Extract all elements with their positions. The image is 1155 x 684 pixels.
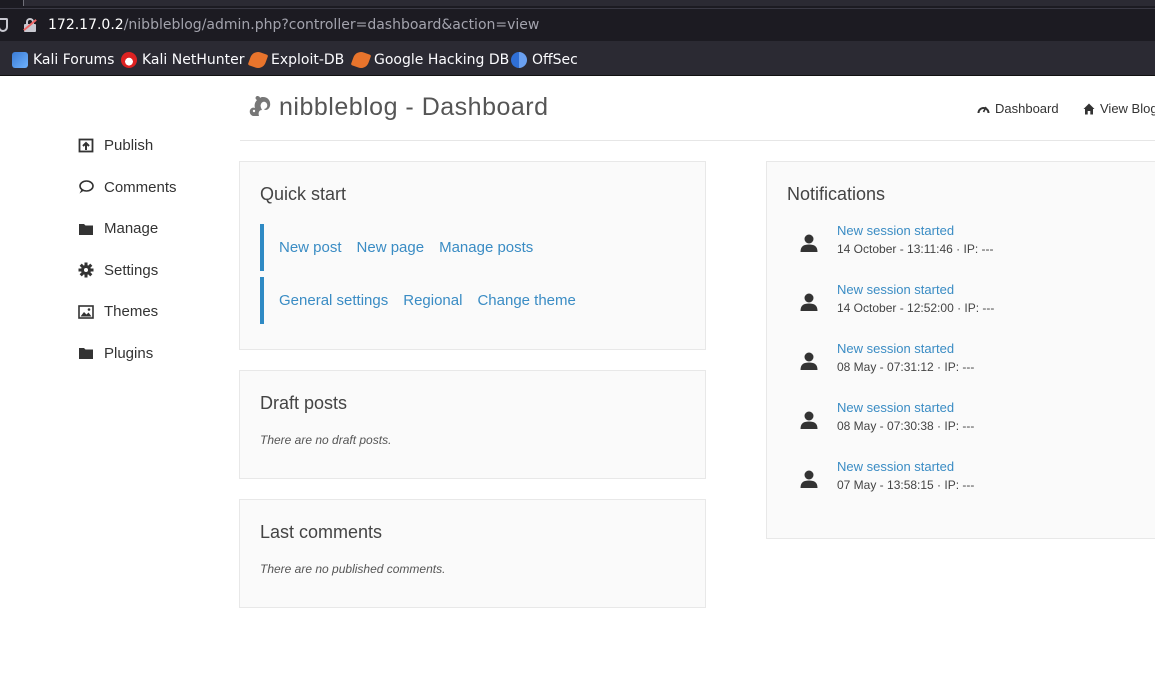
sidebar-item-plugins[interactable]: Plugins bbox=[78, 333, 228, 375]
user-icon bbox=[800, 234, 818, 252]
last-comments-panel: Last comments There are no published com… bbox=[239, 499, 706, 608]
sidebar-item-label: Settings bbox=[104, 261, 159, 279]
notifications-panel: Notifications New session started 14 Oct… bbox=[766, 161, 1155, 539]
last-comments-title: Last comments bbox=[260, 522, 383, 542]
bookmark-label: Kali Forums bbox=[33, 52, 115, 68]
sidebar-item-label: Publish bbox=[104, 137, 154, 155]
notification-item: New session started 14 October - 13:11:4… bbox=[787, 223, 1107, 263]
new-page-link[interactable]: New page bbox=[357, 239, 425, 256]
browser-url-bar: 172.17.0.2/nibbleblog/admin.php?controll… bbox=[0, 0, 1155, 41]
manage-posts-link[interactable]: Manage posts bbox=[439, 239, 533, 256]
notification-detail: 07 May - 13:58:15 · IP: --- bbox=[837, 478, 975, 492]
notification-item: New session started 14 October - 12:52:0… bbox=[787, 282, 1107, 322]
bookmark-label: Kali NetHunter bbox=[142, 52, 245, 68]
quick-start-title: Quick start bbox=[260, 184, 347, 204]
user-icon bbox=[800, 411, 818, 429]
bookmark-kali-forums[interactable]: Kali Forums bbox=[12, 51, 114, 69]
exploit-db-icon bbox=[247, 49, 269, 71]
address-field[interactable]: 172.17.0.2/nibbleblog/admin.php?controll… bbox=[0, 8, 1155, 40]
bookmark-exploit-db[interactable]: Exploit-DB bbox=[247, 49, 345, 71]
folder-icon bbox=[79, 348, 93, 360]
user-icon bbox=[800, 352, 818, 370]
admin-sidebar: Publish Comments Manage Settings Themes … bbox=[78, 125, 228, 374]
sidebar-item-label: Comments bbox=[104, 178, 177, 196]
bookmark-kali-nethunter[interactable]: Kali NetHunter bbox=[121, 51, 244, 69]
nav-dashboard-link[interactable]: Dashboard bbox=[977, 101, 1059, 116]
gear-icon bbox=[78, 262, 94, 278]
image-icon bbox=[78, 304, 94, 319]
sidebar-item-label: Manage bbox=[104, 220, 159, 238]
quick-start-row-content: New post New page Manage posts bbox=[260, 224, 690, 271]
last-comments-empty-message: There are no published comments. bbox=[260, 562, 446, 576]
bookmarks-toolbar: Kali Forums Kali NetHunter Exploit-DB Go… bbox=[0, 41, 1155, 76]
bookmark-offsec[interactable]: OffSec bbox=[511, 51, 578, 69]
user-icon bbox=[800, 293, 818, 311]
admin-page: nibbleblog - Dashboard Dashboard View Bl… bbox=[0, 77, 1155, 684]
quick-start-row-settings: General settings Regional Change theme bbox=[260, 277, 690, 324]
ghdb-icon bbox=[350, 49, 372, 71]
change-theme-link[interactable]: Change theme bbox=[477, 292, 575, 309]
bookmark-label: Google Hacking DB bbox=[374, 52, 510, 68]
sidebar-item-themes[interactable]: Themes bbox=[78, 291, 228, 333]
draft-posts-empty-message: There are no draft posts. bbox=[260, 433, 392, 447]
nav-view-blog-link[interactable]: View Blog bbox=[1083, 101, 1155, 116]
notification-item: New session started 08 May - 07:31:12 · … bbox=[787, 341, 1107, 381]
bookmark-label: Exploit-DB bbox=[271, 52, 345, 68]
notification-title[interactable]: New session started bbox=[837, 400, 954, 415]
comment-icon bbox=[79, 180, 94, 194]
folder-icon bbox=[79, 223, 93, 235]
sidebar-item-settings[interactable]: Settings bbox=[78, 250, 228, 292]
notification-title[interactable]: New session started bbox=[837, 282, 954, 297]
notification-item: New session started 08 May - 07:30:38 · … bbox=[787, 400, 1107, 440]
sidebar-item-comments[interactable]: Comments bbox=[78, 167, 228, 209]
quick-start-panel: Quick start New post New page Manage pos… bbox=[239, 161, 706, 350]
notification-item: New session started 07 May - 13:58:15 · … bbox=[787, 459, 1107, 499]
new-post-link[interactable]: New post bbox=[279, 239, 342, 256]
bookmark-google-hacking-db[interactable]: Google Hacking DB bbox=[350, 49, 510, 71]
notification-detail: 08 May - 07:31:12 · IP: --- bbox=[837, 360, 975, 374]
notification-detail: 14 October - 13:11:46 · IP: --- bbox=[837, 242, 994, 256]
offsec-icon bbox=[511, 52, 527, 68]
page-header: nibbleblog - Dashboard Dashboard View Bl… bbox=[240, 77, 1155, 141]
url-path: /nibbleblog/admin.php?controller=dashboa… bbox=[123, 17, 540, 33]
nav-label: View Blog bbox=[1100, 101, 1155, 116]
notifications-title: Notifications bbox=[787, 184, 886, 204]
sidebar-item-label: Plugins bbox=[104, 344, 154, 362]
general-settings-link[interactable]: General settings bbox=[279, 292, 388, 309]
sidebar-item-publish[interactable]: Publish bbox=[78, 125, 228, 167]
draft-posts-title: Draft posts bbox=[260, 393, 348, 413]
notification-title[interactable]: New session started bbox=[837, 459, 954, 474]
user-icon bbox=[800, 470, 818, 488]
tracking-protection-icon[interactable] bbox=[0, 18, 8, 32]
address-url[interactable]: 172.17.0.2/nibbleblog/admin.php?controll… bbox=[48, 17, 539, 33]
bookmark-label: OffSec bbox=[532, 52, 578, 68]
nav-label: Dashboard bbox=[995, 101, 1059, 116]
sidebar-item-manage[interactable]: Manage bbox=[78, 208, 228, 250]
kali-icon bbox=[12, 52, 28, 68]
publish-icon bbox=[78, 138, 94, 153]
squirrel-logo-icon bbox=[249, 96, 271, 116]
dashboard-icon bbox=[977, 106, 990, 113]
url-host: 172.17.0.2 bbox=[48, 17, 124, 33]
regional-link[interactable]: Regional bbox=[403, 292, 462, 309]
nethunter-icon bbox=[121, 52, 137, 68]
draft-posts-panel: Draft posts There are no draft posts. bbox=[239, 370, 706, 479]
home-icon bbox=[1083, 103, 1095, 114]
tab-separator bbox=[0, 0, 24, 6]
sidebar-item-label: Themes bbox=[104, 303, 159, 321]
notification-title[interactable]: New session started bbox=[837, 223, 954, 238]
notification-title[interactable]: New session started bbox=[837, 341, 954, 356]
notification-detail: 08 May - 07:30:38 · IP: --- bbox=[837, 419, 975, 433]
page-title: nibbleblog - Dashboard bbox=[279, 93, 549, 121]
insecure-lock-icon[interactable] bbox=[23, 18, 37, 32]
tab-strip bbox=[0, 0, 1155, 6]
notification-detail: 14 October - 12:52:00 · IP: --- bbox=[837, 301, 995, 315]
